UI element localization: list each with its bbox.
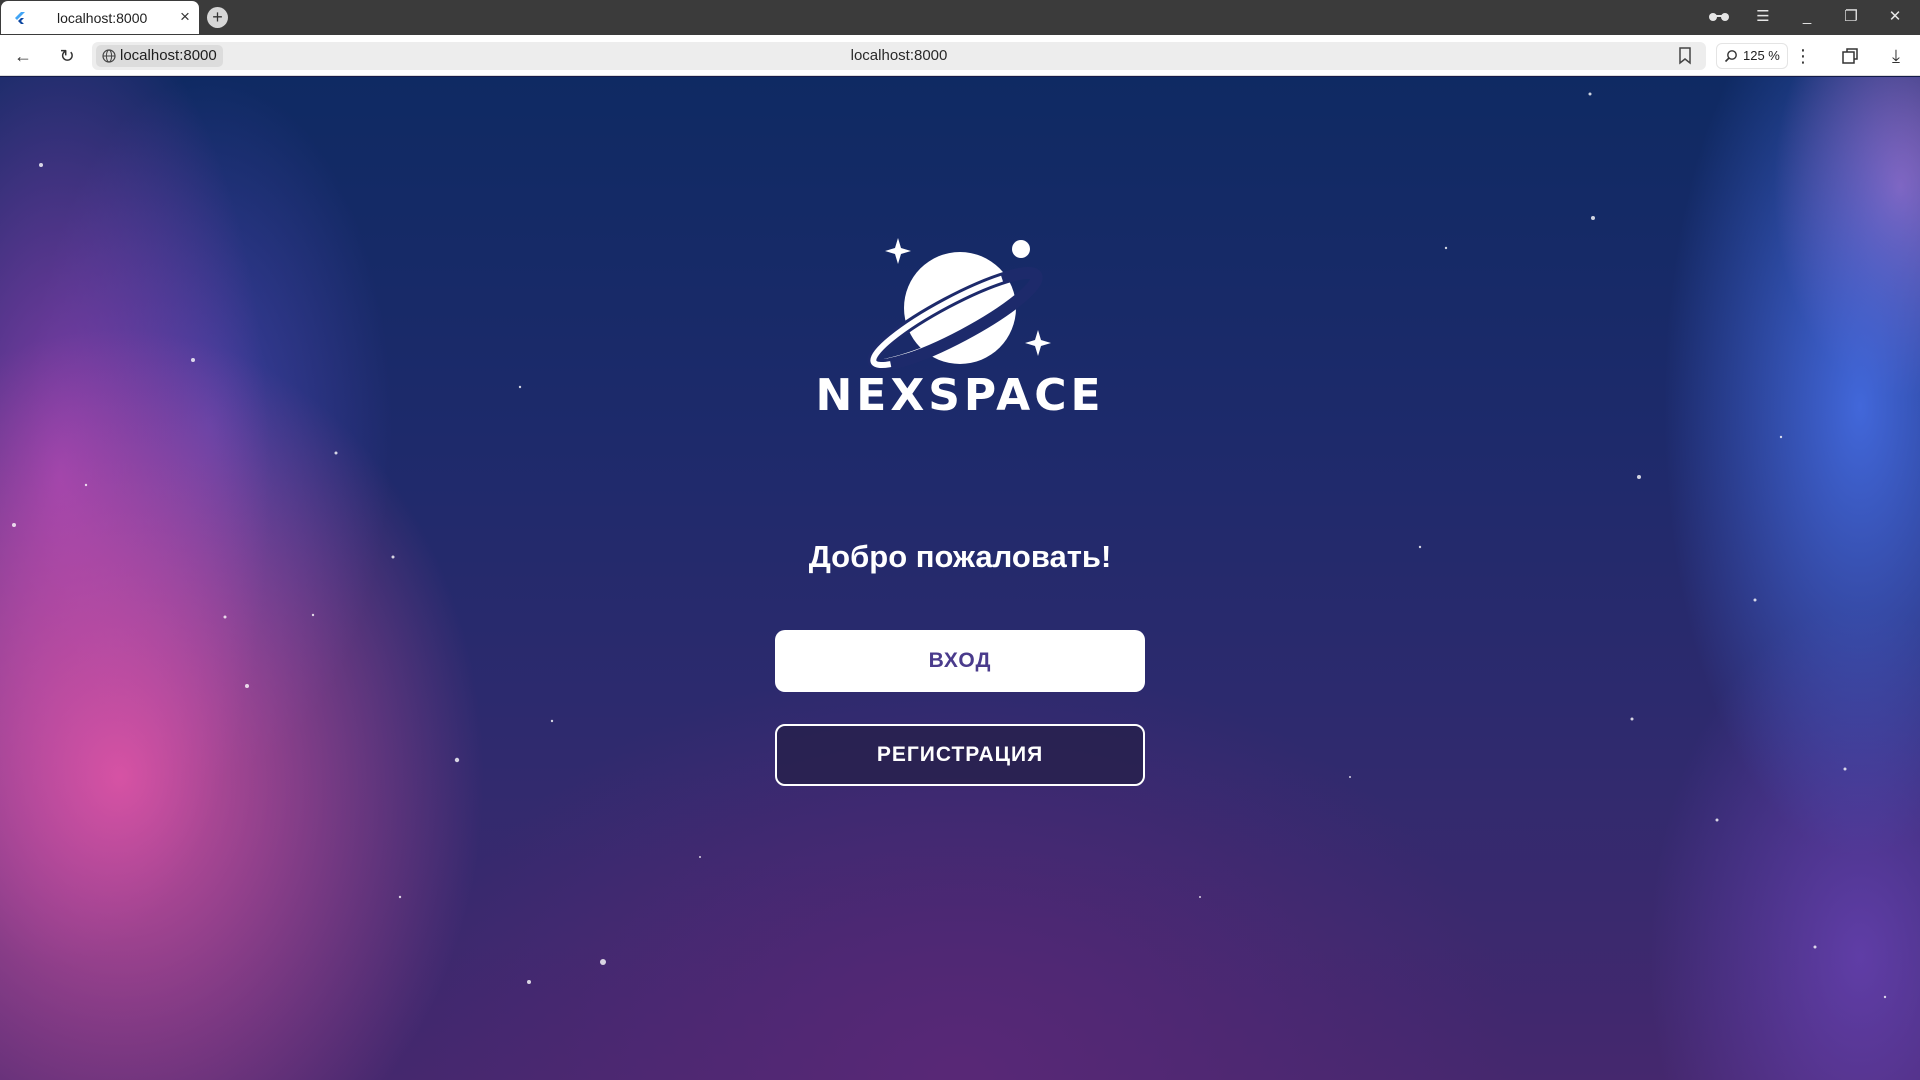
brand-name: NEXSPACE (815, 370, 1105, 421)
tab-close-icon[interactable]: × (176, 8, 194, 26)
page-viewport: NEXSPACE Добро пожаловать! ВХОД РЕГИСТРА… (0, 77, 1920, 1080)
flutter-favicon-icon (15, 12, 25, 24)
more-options-icon[interactable]: ⋮ (1791, 44, 1815, 68)
zoom-icon (1724, 50, 1737, 63)
browser-tab[interactable]: localhost:8000 × (1, 1, 199, 34)
close-window-icon[interactable]: ✕ (1882, 5, 1908, 29)
tab-bar: localhost:8000 × + ☰ _ ❐ ✕ (0, 0, 1920, 35)
glasses-icon[interactable] (1706, 5, 1732, 29)
restore-icon[interactable]: ❐ (1838, 5, 1864, 29)
tab-title: localhost:8000 (57, 10, 148, 26)
tab-manager-icon[interactable] (1838, 44, 1862, 68)
bookmark-icon[interactable] (1678, 47, 1692, 65)
login-button[interactable]: ВХОД (775, 630, 1145, 692)
address-center-text: localhost:8000 (850, 47, 948, 64)
minimize-icon[interactable]: _ (1794, 5, 1820, 29)
download-icon[interactable]: ⤓ (1884, 44, 1908, 68)
browser-menu-icon[interactable]: ☰ (1750, 5, 1776, 29)
welcome-heading: Добро пожаловать! (808, 539, 1112, 574)
new-tab-button[interactable]: + (207, 7, 228, 28)
zoom-level: 125 % (1743, 48, 1780, 63)
address-bar[interactable]: localhost:8000 localhost:8000 (92, 42, 1706, 70)
register-button[interactable]: РЕГИСТРАЦИЯ (775, 724, 1145, 786)
reload-icon[interactable]: ↻ (55, 44, 79, 68)
browser-toolbar: ← ↻ localhost:8000 localhost:8000 125 % … (0, 35, 1920, 76)
back-icon[interactable]: ← (11, 44, 35, 68)
zoom-indicator[interactable]: 125 % (1716, 43, 1788, 69)
